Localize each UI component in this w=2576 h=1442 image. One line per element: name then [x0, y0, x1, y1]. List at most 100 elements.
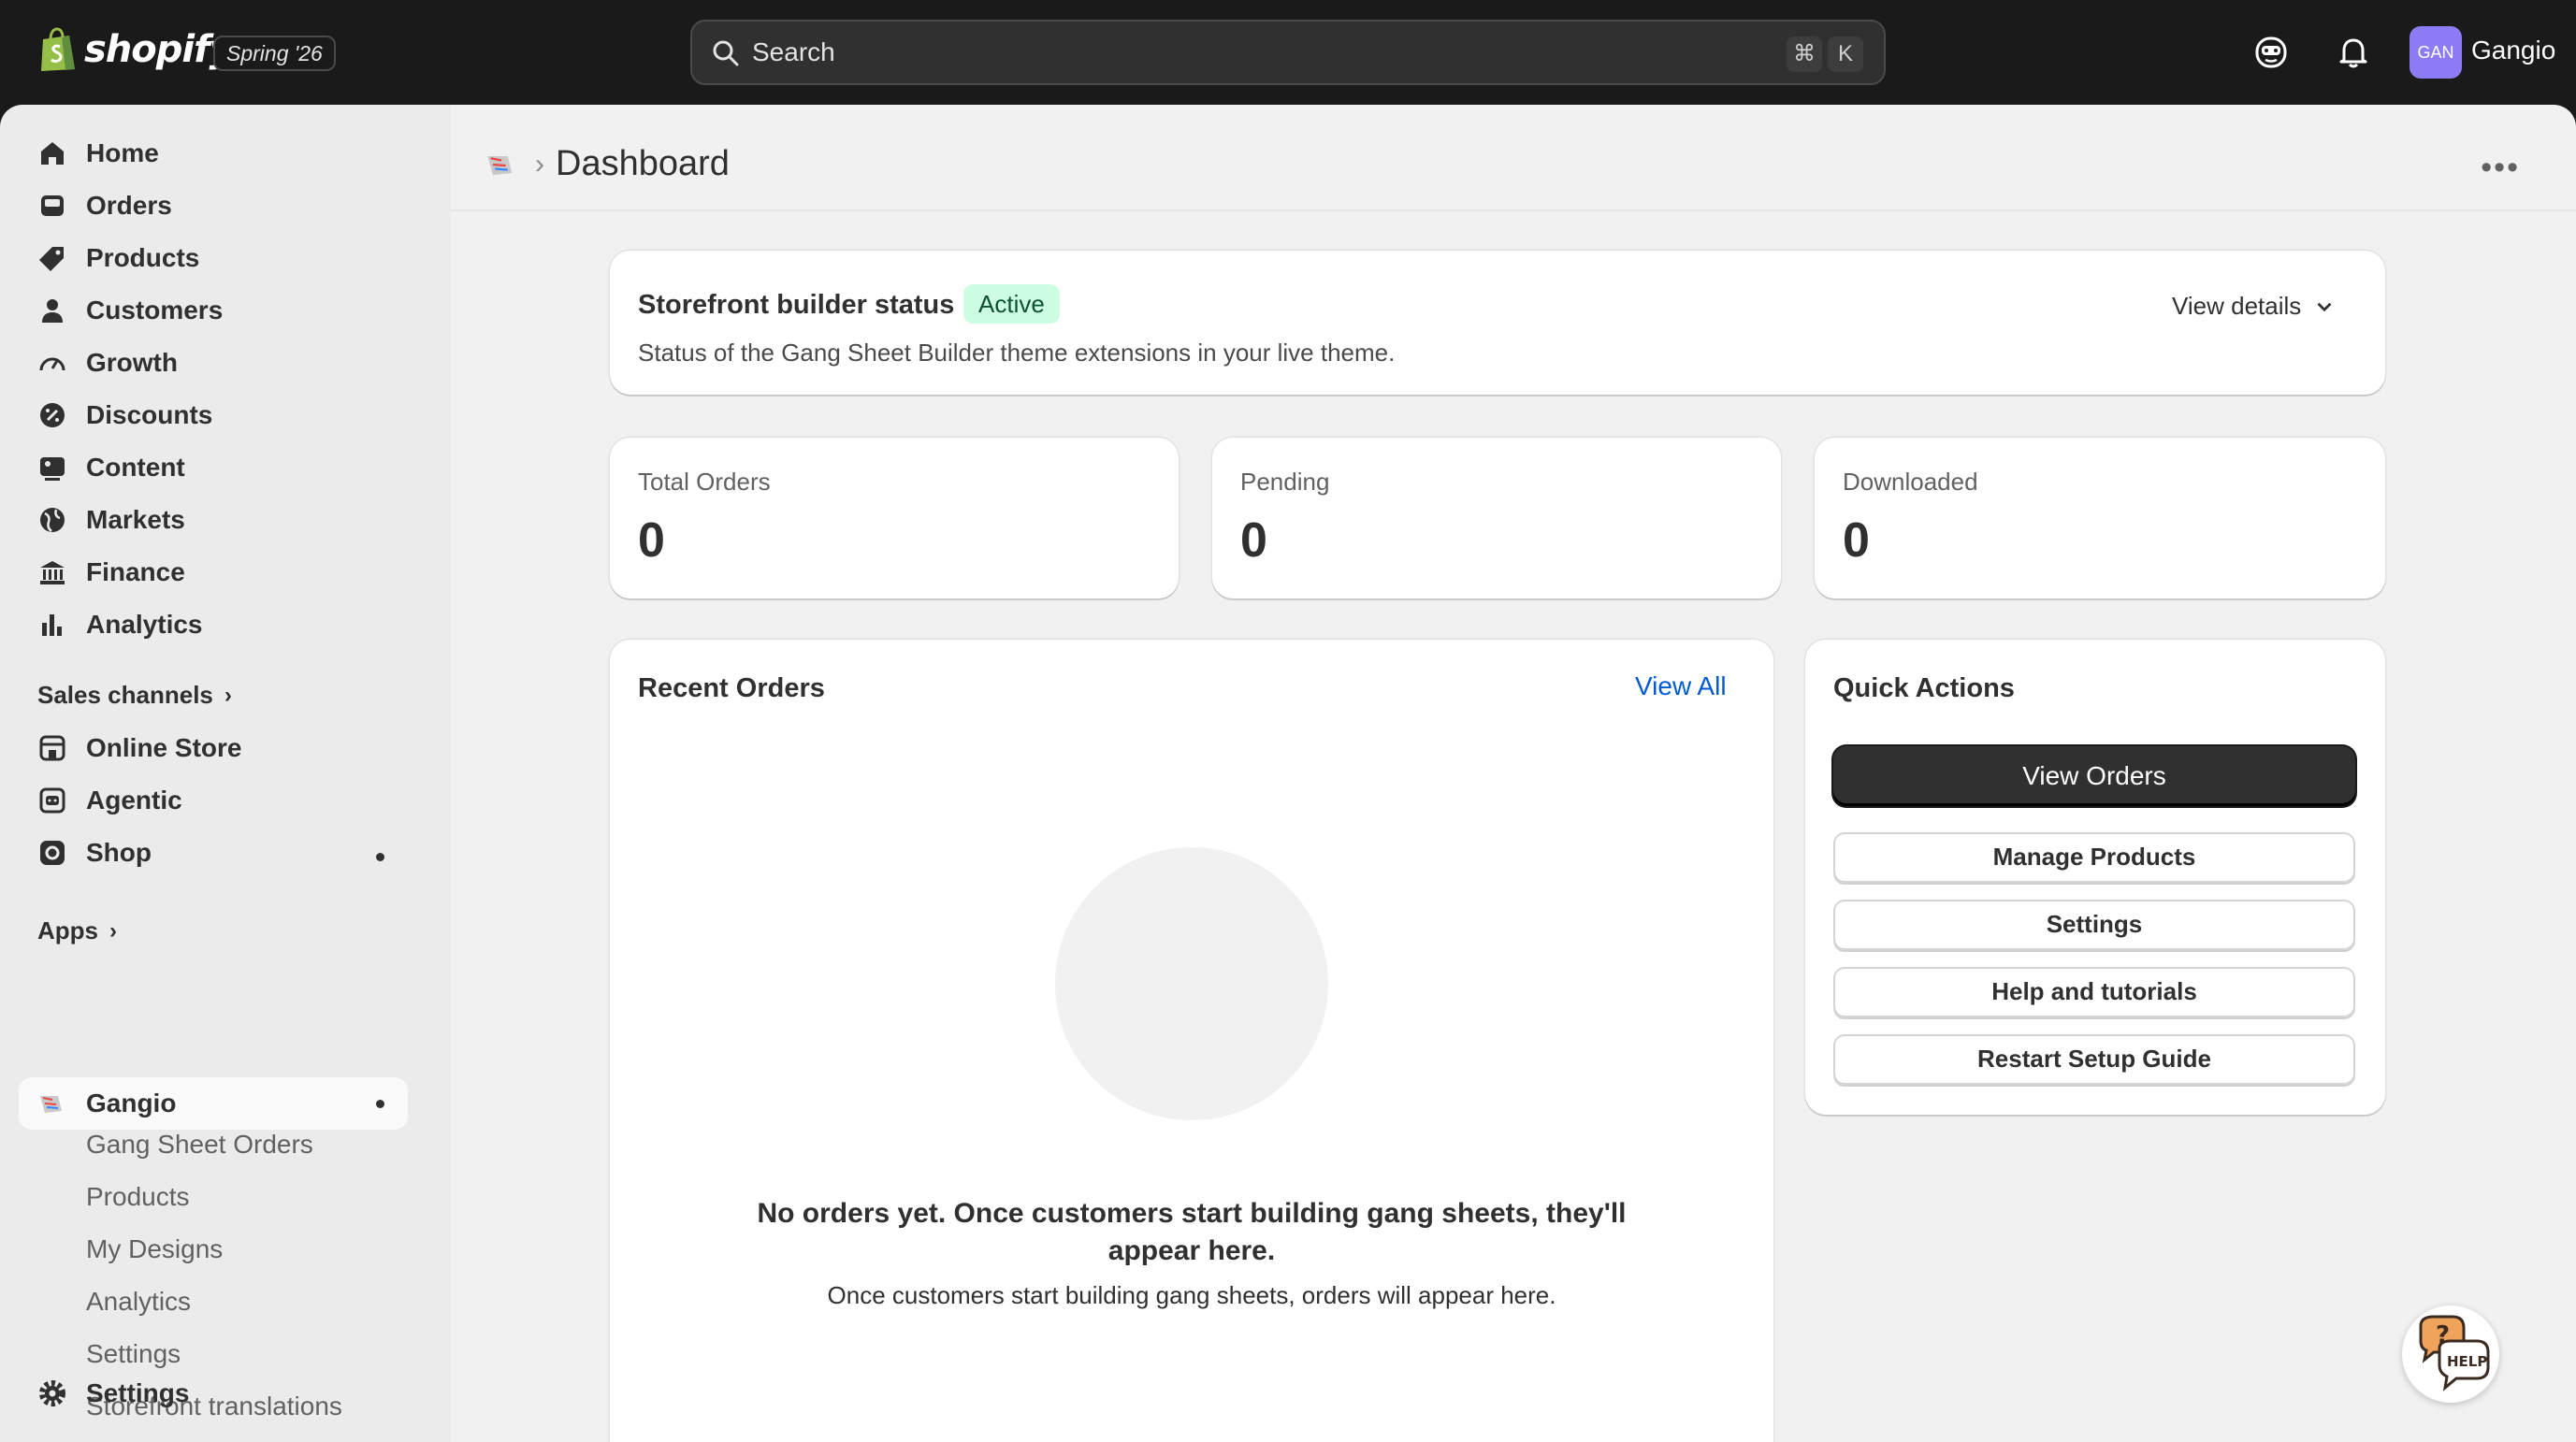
- stat-value: 0: [638, 513, 665, 568]
- search-input[interactable]: Search ⌘ K: [690, 20, 1886, 85]
- breadcrumb: › Dashboard: [485, 144, 730, 184]
- manage-products-button[interactable]: Manage Products: [1833, 832, 2355, 883]
- sidebar-subitem-analytics[interactable]: Analytics: [86, 1287, 191, 1317]
- storefront-status-card: Storefront builder status Active Status …: [610, 251, 2385, 395]
- tag-icon: [39, 247, 64, 271]
- help-chat-button[interactable]: ? HELP: [2402, 1305, 2499, 1403]
- sidebar-item-label: Customers: [86, 296, 224, 324]
- view-all-link[interactable]: View All: [1635, 671, 1727, 701]
- sidebar-item-label: Shop: [86, 838, 152, 867]
- help-chat-icon: ? HELP: [2419, 1315, 2490, 1392]
- sidebar-item-label: Home: [86, 138, 159, 167]
- quick-actions-card: Quick Actions View Orders Manage Product…: [1805, 640, 2385, 1115]
- empty-state-illustration: [1055, 847, 1328, 1120]
- sidebar-subitem-gang-sheet-orders[interactable]: Gang Sheet Orders: [86, 1130, 313, 1160]
- sidebar-item-products[interactable]: Products: [37, 238, 199, 279]
- sidebar-item-label: Content: [86, 453, 185, 482]
- sidebar-item-finance[interactable]: Finance: [37, 552, 185, 593]
- sales-channels-label: Sales channels: [37, 681, 213, 709]
- sidebar-subitem-settings[interactable]: Settings: [86, 1339, 181, 1369]
- status-badge: Active: [963, 284, 1060, 324]
- sidebar-item-markets[interactable]: Markets: [37, 499, 185, 541]
- stat-card-pending: Pending 0: [1212, 438, 1781, 598]
- chevron-right-icon: ›: [109, 917, 117, 944]
- avatar[interactable]: GAN: [2410, 26, 2462, 79]
- shop-indicator-dot: [376, 853, 384, 861]
- help-tutorials-button[interactable]: Help and tutorials: [1833, 967, 2355, 1017]
- robot-icon: [39, 787, 65, 814]
- search-icon: [713, 40, 739, 66]
- restart-setup-guide-button[interactable]: Restart Setup Guide: [1833, 1034, 2355, 1085]
- discount-icon: [40, 403, 65, 427]
- view-details-button[interactable]: View details: [2172, 292, 2337, 321]
- chevron-right-icon: ›: [535, 148, 544, 180]
- sidebar-item-shop[interactable]: Shop: [37, 832, 152, 873]
- sidebar-subitem-my-designs[interactable]: My Designs: [86, 1234, 223, 1264]
- sidebar-item-online-store[interactable]: Online Store: [37, 728, 241, 769]
- sidebar-item-label: Online Store: [86, 733, 242, 762]
- settings-button[interactable]: Settings: [1833, 900, 2355, 950]
- shopify-bag-icon: [41, 27, 75, 71]
- command-key: ⌘: [1787, 36, 1822, 72]
- view-details-label: View details: [2172, 292, 2302, 320]
- brand-name: shopify: [84, 28, 234, 71]
- sales-channels-heading[interactable]: Sales channels ›: [37, 681, 232, 710]
- apps-heading[interactable]: Apps ›: [37, 916, 117, 945]
- shopify-logo[interactable]: shopify: [37, 26, 234, 73]
- empty-state-heading: No orders yet. Once customers start buil…: [757, 1198, 1627, 1266]
- stat-value: 0: [1240, 513, 1267, 568]
- shop-icon: [40, 841, 65, 865]
- sidebar-item-label: Analytics: [86, 610, 203, 639]
- sidebar-item-agentic[interactable]: Agentic: [37, 780, 182, 821]
- apps-label: Apps: [37, 916, 98, 945]
- sidebar-item-content[interactable]: Content: [37, 447, 185, 488]
- sidebar-item-settings-bottom[interactable]: Settings: [37, 1373, 189, 1414]
- top-bar: shopify Spring '26 Search ⌘ K GAN Gangio: [0, 0, 2576, 105]
- sidebar-item-label: Settings: [86, 1378, 190, 1407]
- stat-label: Total Orders: [638, 468, 771, 496]
- edition-badge[interactable]: Spring '26: [213, 36, 336, 71]
- gear-icon: [39, 1380, 65, 1406]
- sidebar-item-discounts[interactable]: Discounts: [37, 395, 212, 436]
- sidebar-item-label: Markets: [86, 505, 185, 534]
- page-title: Dashboard: [556, 144, 730, 183]
- gangio-app-icon: [40, 1096, 62, 1113]
- sidebar-item-analytics[interactable]: Analytics: [37, 604, 203, 645]
- sidebar-item-customers[interactable]: Customers: [37, 290, 223, 331]
- sidebar-item-label: Gangio: [86, 1089, 177, 1118]
- stat-card-downloaded: Downloaded 0: [1815, 438, 2385, 598]
- store-name[interactable]: Gangio: [2471, 36, 2555, 65]
- image-icon: [40, 457, 65, 481]
- k-key: K: [1828, 36, 1863, 72]
- gangio-app-icon[interactable]: [485, 148, 518, 181]
- recent-orders-card: Recent Orders View All No orders yet. On…: [610, 640, 1773, 1442]
- stat-label: Pending: [1240, 468, 1330, 496]
- stat-label: Downloaded: [1843, 468, 1978, 496]
- sidebar-item-label: Discounts: [86, 400, 213, 429]
- empty-state-body: Once customers start building gang sheet…: [827, 1281, 1556, 1309]
- sidebar-item-growth[interactable]: Growth: [37, 342, 178, 383]
- sidebar-item-label: Finance: [86, 557, 185, 586]
- inbox-icon: [41, 195, 64, 216]
- stat-card-total-orders: Total Orders 0: [610, 438, 1179, 598]
- sidebar-item-label: Growth: [86, 348, 178, 377]
- search-placeholder: Search: [752, 37, 835, 66]
- stat-value: 0: [1843, 513, 1870, 568]
- more-actions-icon[interactable]: •••: [2481, 150, 2520, 186]
- person-icon: [42, 299, 63, 323]
- view-orders-button[interactable]: View Orders: [1833, 746, 2355, 806]
- bell-icon[interactable]: [2335, 34, 2372, 71]
- sidebar: Home Orders Products Customers Growth Di…: [0, 105, 451, 1442]
- globe-icon: [40, 508, 65, 532]
- sidebar-item-label: Agentic: [86, 786, 182, 815]
- sidebar-subitem-products[interactable]: Products: [86, 1182, 190, 1212]
- sidebar-item-label: Products: [86, 243, 200, 272]
- chevron-down-icon: [2317, 302, 2332, 311]
- status-card-description: Status of the Gang Sheet Builder theme e…: [638, 339, 1396, 367]
- sidebar-item-home[interactable]: Home: [37, 133, 159, 174]
- sidebar-item-orders[interactable]: Orders: [37, 185, 172, 226]
- sidebar-item-gangio-content[interactable]: Gangio: [37, 1083, 176, 1124]
- main-content: › Dashboard ••• Storefront builder statu…: [451, 105, 2576, 1442]
- sidekick-icon[interactable]: [2252, 34, 2290, 71]
- gangio-indicator-dot: [376, 1100, 384, 1108]
